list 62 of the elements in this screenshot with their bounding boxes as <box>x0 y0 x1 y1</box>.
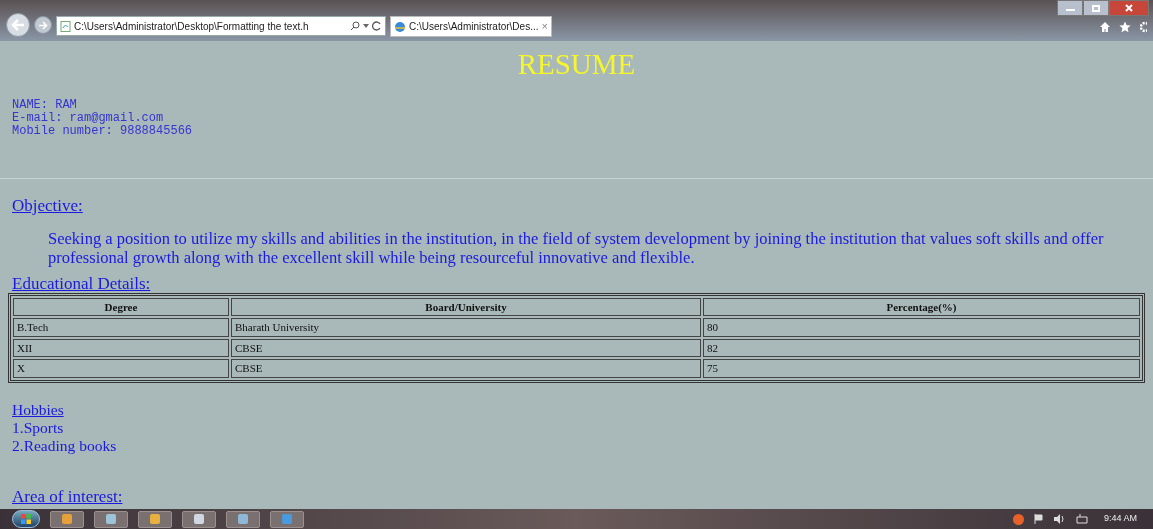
network-icon[interactable] <box>1075 514 1088 524</box>
contact-line: NAME: RAM <box>12 99 78 112</box>
tab-title: C:\Users\Administrator\Des... <box>409 20 539 34</box>
objective-paragraph: Seeking a position to utilize my skills and abilities in the institution, in the field of system development by joining the institution that values soft skills and offer professional growth along with the excellent skill while being resourceful innovative and flexible. <box>48 228 1105 267</box>
globe-icon <box>394 20 406 33</box>
taskbar-app-button[interactable] <box>94 510 128 528</box>
hobby-item: 1.Sports <box>12 418 64 437</box>
column-header: Percentage(%) <box>703 297 1140 316</box>
section-heading: Objective: <box>12 196 83 215</box>
column-header: Degree <box>13 297 229 316</box>
flag-icon[interactable] <box>1033 514 1044 524</box>
hobby-item: 2.Reading books <box>12 436 117 455</box>
search-icon[interactable] <box>350 21 360 31</box>
table-cell: CBSE <box>231 338 701 357</box>
caret-icon[interactable] <box>363 24 369 28</box>
table-cell: X <box>13 359 229 378</box>
taskbar-app-button[interactable] <box>226 510 260 528</box>
minimize-button[interactable] <box>1057 0 1083 16</box>
section-heading: Educational Details: <box>12 273 151 293</box>
start-button[interactable] <box>12 510 40 528</box>
contact-line: E-mail: ram@gmail.com <box>12 112 165 125</box>
table-cell: 82 <box>703 338 1140 357</box>
app-icon <box>106 514 116 524</box>
clock-time: 9:44 AM <box>1103 512 1137 526</box>
section-heading: Hobbies <box>12 400 64 419</box>
page-icon <box>60 20 71 32</box>
page-title: RESUME <box>517 49 636 79</box>
app-icon <box>62 514 72 524</box>
home-icon[interactable] <box>1099 21 1111 33</box>
app-icon <box>282 514 292 524</box>
speaker-icon[interactable] <box>1053 514 1066 524</box>
close-icon <box>1125 4 1133 12</box>
table-cell: CBSE <box>231 359 701 378</box>
table-cell: XII <box>13 338 229 357</box>
table-cell: Bharath University <box>231 318 701 337</box>
app-icon <box>194 514 204 524</box>
address-text: C:\Users\Administrator\Desktop\Formatting the text.h <box>74 19 310 34</box>
back-button[interactable] <box>6 13 30 37</box>
maximize-button[interactable] <box>1083 0 1109 16</box>
column-header: Board/University <box>231 297 701 316</box>
browser-tab[interactable]: C:\Users\Administrator\Des... × <box>390 16 552 37</box>
taskbar-app-button[interactable] <box>50 510 84 528</box>
windows-logo-icon <box>21 514 31 524</box>
address-field[interactable]: C:\Users\Administrator\Desktop\Formatting the text.h <box>56 16 386 36</box>
taskbar-app-button[interactable] <box>182 510 216 528</box>
alert-icon[interactable] <box>1012 513 1024 525</box>
back-arrow-icon <box>11 19 25 31</box>
table-cell: 80 <box>703 318 1140 337</box>
app-icon <box>238 514 248 524</box>
tab-close[interactable]: × <box>541 18 548 35</box>
contact-line: Mobile number: 9888845566 <box>12 125 194 138</box>
table-cell: B.Tech <box>13 318 229 337</box>
taskbar-app-button[interactable] <box>270 510 304 528</box>
app-icon <box>150 514 160 524</box>
close-button[interactable] <box>1109 0 1149 16</box>
forward-button[interactable] <box>34 16 52 34</box>
table-cell: 75 <box>703 359 1140 378</box>
forward-arrow-icon <box>38 20 48 30</box>
section-heading: Area of interest: <box>12 487 123 506</box>
taskbar-app-button[interactable] <box>138 510 172 528</box>
refresh-icon[interactable] <box>372 21 382 31</box>
star-icon[interactable] <box>1119 21 1131 33</box>
